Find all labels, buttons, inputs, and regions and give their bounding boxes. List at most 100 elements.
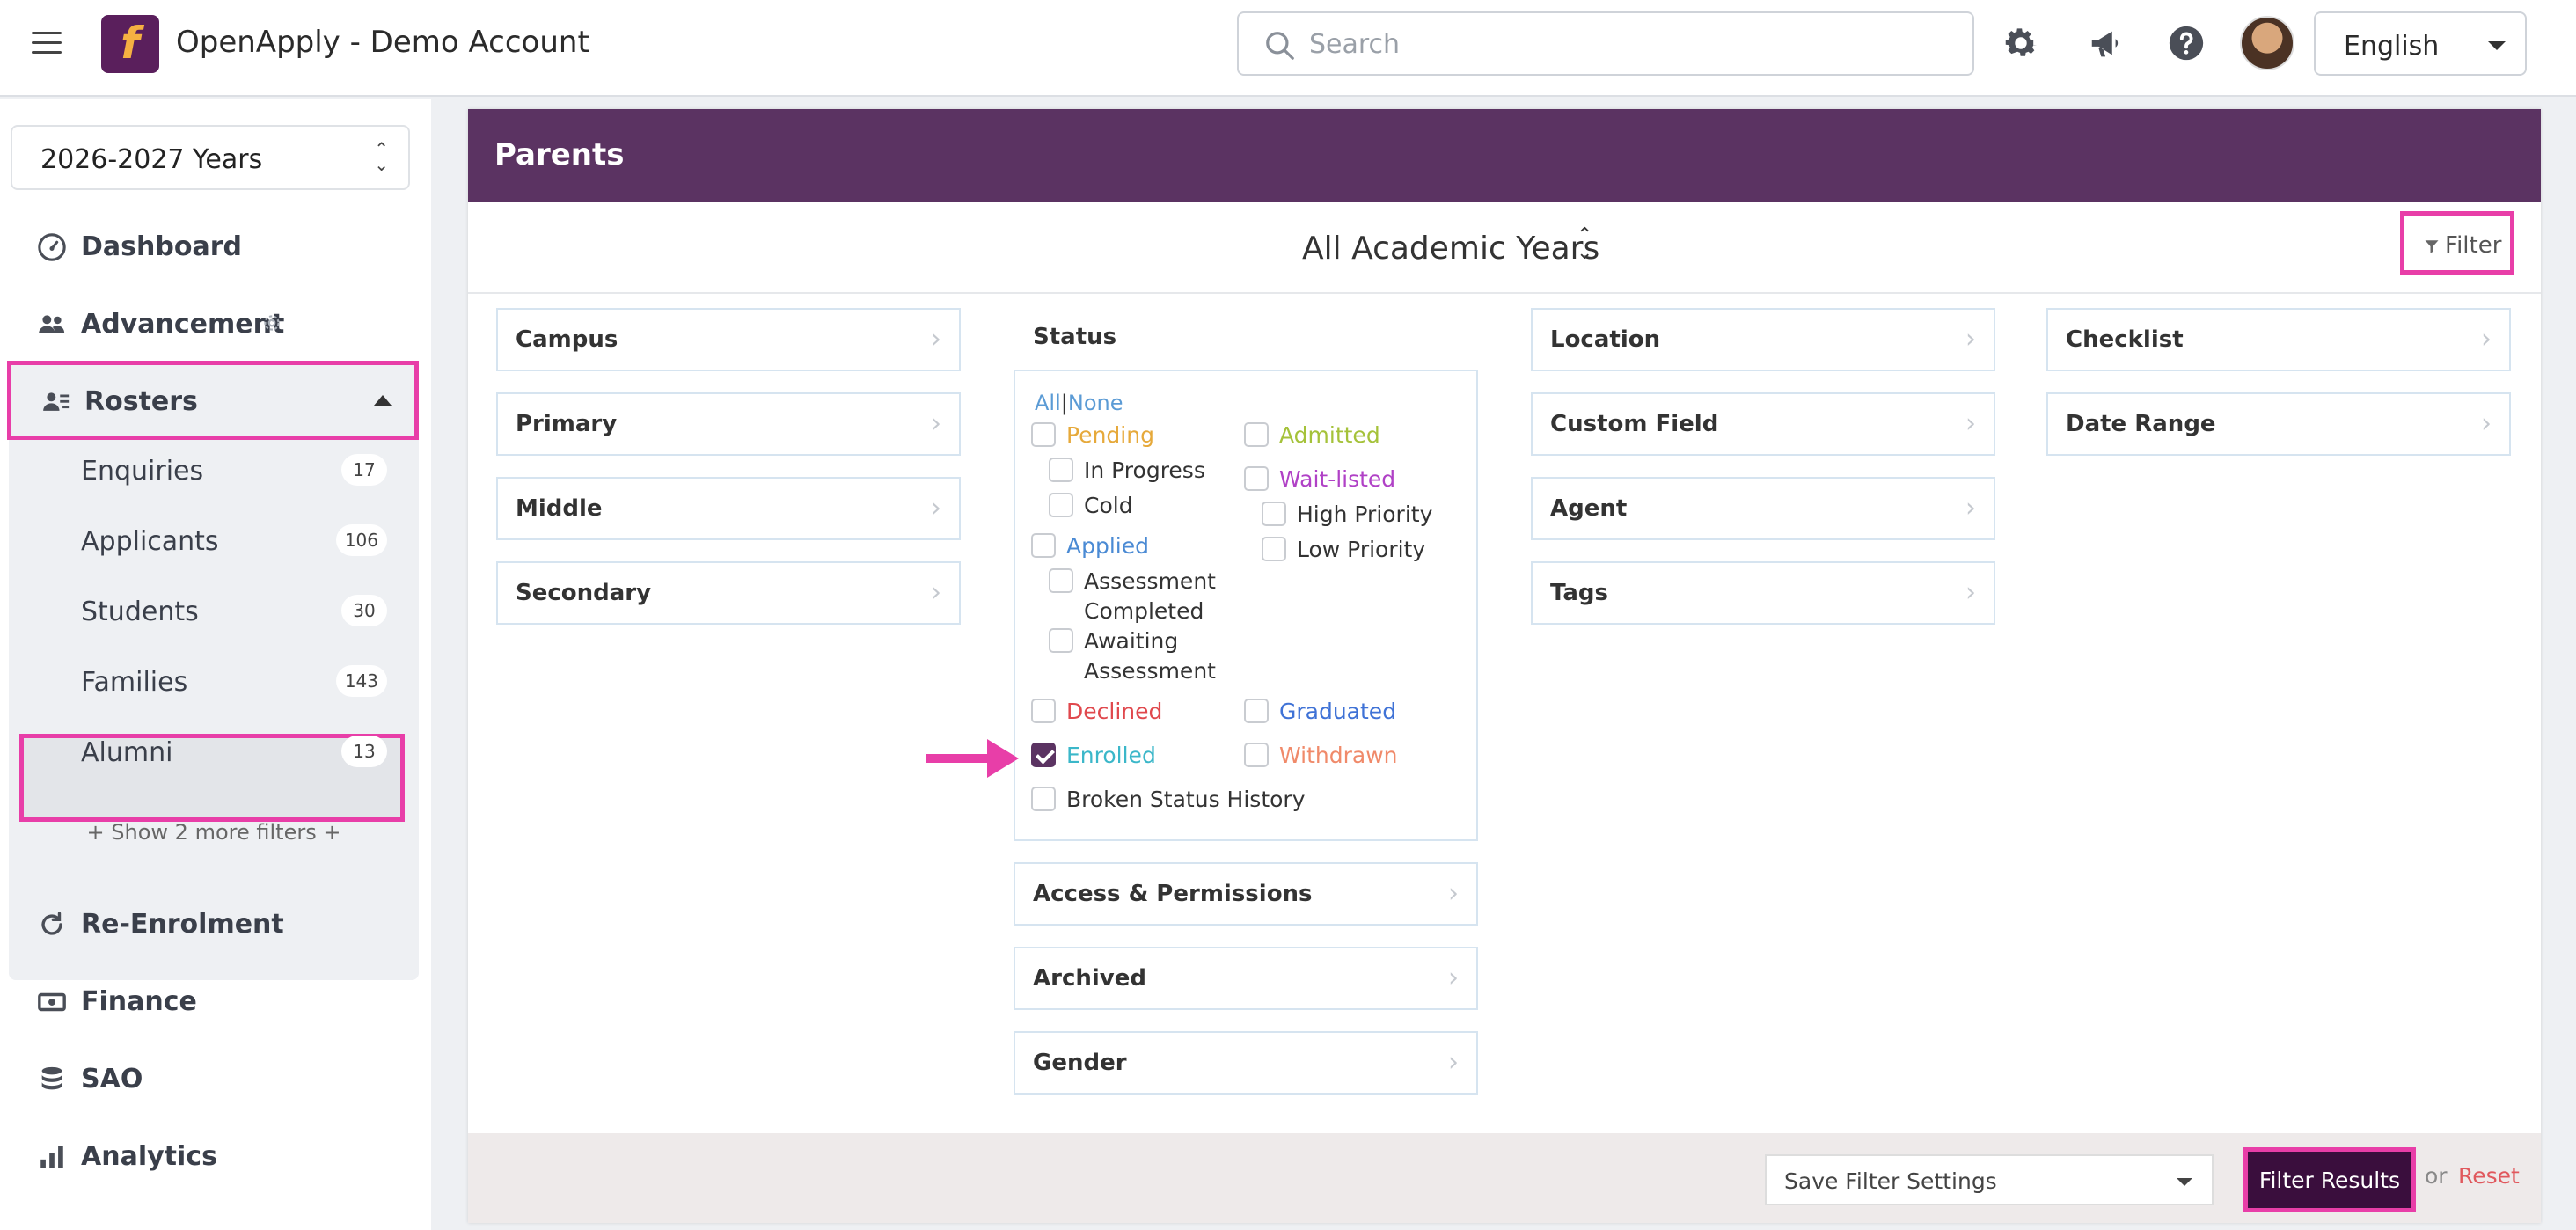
app-logo[interactable]: f bbox=[101, 15, 159, 73]
all-none-links: All|None bbox=[1035, 391, 1123, 415]
sidebar-item-label: Rosters bbox=[84, 386, 198, 417]
settings-gear-icon[interactable] bbox=[2001, 23, 2041, 63]
sidebar-item-label: Alumni bbox=[81, 737, 173, 768]
sidebar-item-dashboard[interactable]: Dashboard bbox=[0, 215, 431, 278]
academic-year-select[interactable]: 2026-2027 Years ⌃ ⌄ bbox=[11, 125, 410, 190]
checkbox[interactable] bbox=[1049, 628, 1073, 653]
academic-year-label: 2026-2027 Years bbox=[40, 144, 263, 175]
parents-panel: Parents All Academic Years ⌃ ⌄ Filter Cam… bbox=[468, 109, 2541, 1223]
filter-button[interactable]: Filter bbox=[2400, 211, 2514, 275]
reset-link[interactable]: Reset bbox=[2458, 1163, 2520, 1189]
filter-access-permissions[interactable]: Access & Permissions › bbox=[1014, 862, 1478, 926]
checkbox[interactable] bbox=[1031, 422, 1056, 447]
filter-archived[interactable]: Archived › bbox=[1014, 947, 1478, 1010]
sidebar-item-students[interactable]: Students 30 bbox=[21, 582, 408, 641]
chevron-right-icon: › bbox=[931, 493, 941, 523]
select-none-link[interactable]: None bbox=[1068, 391, 1123, 415]
academic-years-row: All Academic Years ⌃ ⌄ bbox=[468, 202, 2541, 294]
filter-campus[interactable]: Campus › bbox=[496, 308, 961, 371]
status-label: Assessment bbox=[1084, 568, 1216, 594]
checkbox[interactable] bbox=[1049, 458, 1073, 482]
bar-chart-icon bbox=[40, 1146, 63, 1168]
status-label: Wait-listed bbox=[1279, 466, 1396, 492]
filter-date-range[interactable]: Date Range › bbox=[2046, 392, 2511, 456]
or-text: or bbox=[2425, 1163, 2448, 1189]
checkbox[interactable] bbox=[1049, 568, 1073, 593]
select-all-link[interactable]: All bbox=[1035, 391, 1061, 415]
user-avatar[interactable] bbox=[2240, 16, 2294, 70]
sidebar-item-sao[interactable]: SAO bbox=[0, 1047, 431, 1110]
status-filter-box: All|None Pending In Progress Cold Applie… bbox=[1014, 370, 1478, 841]
chevron-down-icon bbox=[2177, 1178, 2192, 1186]
filter-agent[interactable]: Agent › bbox=[1531, 477, 1995, 540]
filter-secondary[interactable]: Secondary › bbox=[496, 561, 961, 625]
checkbox[interactable] bbox=[1244, 699, 1269, 723]
status-label: High Priority bbox=[1297, 502, 1433, 527]
checkbox[interactable] bbox=[1031, 787, 1056, 811]
filter-label: Campus bbox=[516, 326, 618, 353]
sidebar-item-enquiries[interactable]: Enquiries 17 bbox=[21, 442, 408, 500]
checkbox[interactable] bbox=[1031, 699, 1056, 723]
checkbox[interactable] bbox=[1244, 466, 1269, 491]
filter-label: Archived bbox=[1033, 965, 1146, 992]
filter-label: Checklist bbox=[2066, 326, 2184, 353]
filter-label: Date Range bbox=[2066, 411, 2216, 437]
filter-custom-field[interactable]: Custom Field › bbox=[1531, 392, 1995, 456]
filter-label: Secondary bbox=[516, 580, 652, 606]
sidebar-item-rosters[interactable]: Rosters bbox=[7, 361, 419, 440]
status-label: Assessment bbox=[1084, 658, 1216, 684]
users-icon bbox=[39, 315, 65, 333]
filter-gender[interactable]: Gender › bbox=[1014, 1031, 1478, 1095]
filter-label: Middle bbox=[516, 495, 603, 522]
arrow-pointer-icon bbox=[926, 739, 1019, 778]
search-box[interactable] bbox=[1237, 11, 1974, 76]
show-more-filters-link[interactable]: + Show 2 more filters + bbox=[9, 820, 419, 845]
checkbox[interactable] bbox=[1262, 537, 1286, 561]
status-filter-title: Status bbox=[1033, 324, 1117, 350]
settings-gear-icon[interactable] bbox=[260, 311, 283, 334]
top-bar: f OpenApply - Demo Account English bbox=[0, 0, 2576, 97]
checkbox[interactable] bbox=[1262, 502, 1286, 526]
status-label: Enrolled bbox=[1066, 743, 1156, 768]
filter-middle[interactable]: Middle › bbox=[496, 477, 961, 540]
sidebar-item-advancement[interactable]: Advancement bbox=[0, 292, 431, 355]
status-label: Withdrawn bbox=[1279, 743, 1398, 768]
checkbox[interactable] bbox=[1031, 533, 1056, 558]
sidebar-item-analytics[interactable]: Analytics bbox=[0, 1124, 431, 1188]
sidebar-item-label: Enquiries bbox=[81, 456, 204, 487]
search-input[interactable] bbox=[1309, 26, 1943, 62]
sidebar-item-finance[interactable]: Finance bbox=[0, 970, 431, 1033]
filter-label: Gender bbox=[1033, 1050, 1127, 1076]
status-label: Awaiting bbox=[1084, 628, 1179, 654]
status-label: Low Priority bbox=[1297, 537, 1426, 562]
status-label: Admitted bbox=[1279, 422, 1380, 448]
sidebar-item-label: Analytics bbox=[81, 1141, 217, 1172]
checkbox[interactable] bbox=[1049, 493, 1073, 517]
sort-arrows-icon: ⌃ ⌄ bbox=[374, 138, 389, 175]
sort-arrows-icon[interactable]: ⌃ ⌄ bbox=[1577, 226, 1592, 263]
checkbox[interactable] bbox=[1244, 743, 1269, 767]
checkbox-checked[interactable] bbox=[1031, 743, 1056, 767]
filter-primary[interactable]: Primary › bbox=[496, 392, 961, 456]
sidebar-item-applicants[interactable]: Applicants 106 bbox=[21, 512, 408, 570]
sidebar-item-label: Students bbox=[81, 597, 199, 627]
megaphone-icon[interactable] bbox=[2087, 23, 2127, 63]
filter-results-button[interactable]: Filter Results bbox=[2243, 1147, 2416, 1212]
status-label: Completed bbox=[1084, 598, 1204, 624]
sidebar-item-alumni[interactable]: Alumni 13 bbox=[21, 723, 408, 781]
menu-icon[interactable] bbox=[32, 32, 62, 58]
save-filter-label: Save Filter Settings bbox=[1784, 1168, 1997, 1194]
filter-checklist[interactable]: Checklist › bbox=[2046, 308, 2511, 371]
chevron-right-icon: › bbox=[1448, 1047, 1459, 1078]
checkbox[interactable] bbox=[1244, 422, 1269, 447]
language-select[interactable]: English bbox=[2314, 11, 2527, 76]
sidebar-item-reenrolment[interactable]: Re-Enrolment bbox=[0, 892, 431, 955]
sidebar-item-label: Families bbox=[81, 667, 188, 698]
filter-location[interactable]: Location › bbox=[1531, 308, 1995, 371]
filter-tags[interactable]: Tags › bbox=[1531, 561, 1995, 625]
sidebar-item-families[interactable]: Families 143 bbox=[21, 653, 408, 711]
count-badge: 106 bbox=[335, 524, 387, 556]
save-filter-settings-select[interactable]: Save Filter Settings bbox=[1765, 1154, 2214, 1205]
help-icon[interactable] bbox=[2166, 23, 2206, 63]
academic-years-select[interactable]: All Academic Years bbox=[1302, 231, 1599, 267]
